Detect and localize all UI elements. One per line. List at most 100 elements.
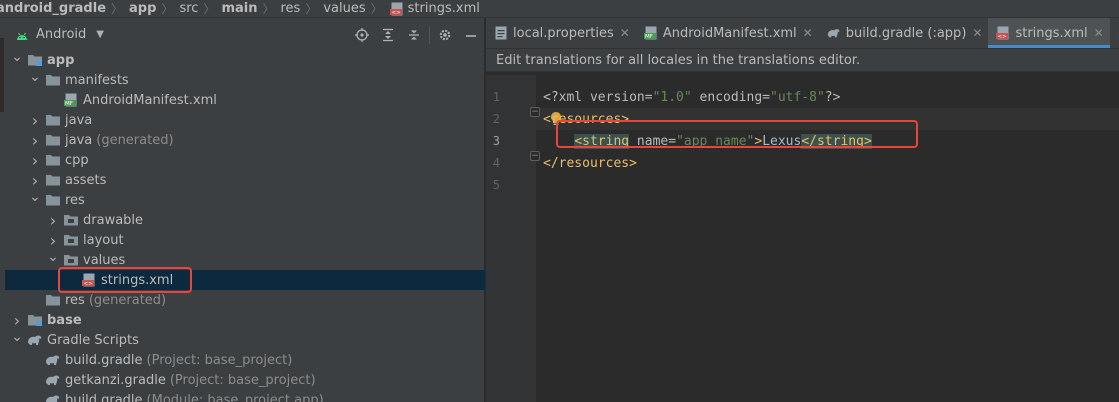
tree-item[interactable]: › cpp [5, 150, 485, 170]
tree-item-detail: (Module: base_project.app) [146, 392, 324, 402]
editor-tab[interactable]: MF AndroidManifest.xml ✕ [636, 18, 819, 48]
code-token: <?xml version= [543, 89, 653, 105]
expand-all-icon[interactable] [375, 18, 401, 51]
tree-item[interactable]: ⌄ app [5, 47, 485, 70]
translations-notice[interactable]: Edit translations for all locales in the… [486, 49, 1119, 72]
line-number: 2 [492, 112, 500, 126]
project-panel: Android ▼ ⌄ app ⌄ manifests MF AndroidManifes… [5, 18, 485, 402]
editor-tab[interactable]: <> strings.xml ✕ [988, 18, 1110, 48]
tree-item[interactable]: › java (generated) [5, 130, 485, 150]
breadcrumb-item[interactable]: android_gradle [0, 1, 106, 16]
tree-item[interactable]: ⌄ manifests [5, 67, 485, 90]
chevron-right-icon[interactable]: › [47, 210, 59, 230]
xml-icon: <> [996, 26, 1010, 40]
tree-item[interactable]: MF AndroidManifest.xml [5, 90, 485, 110]
breadcrumb-item[interactable]: app [129, 1, 156, 16]
fold-open-icon[interactable]: − [530, 107, 540, 117]
chevron-right-icon[interactable]: › [29, 150, 41, 170]
tree-item[interactable]: › base [5, 310, 485, 330]
close-icon[interactable]: ✕ [1094, 26, 1104, 40]
tree-item-label: build.gradle [65, 352, 143, 368]
tree-item-detail: (Project: base_project) [146, 352, 293, 368]
breadcrumb-item[interactable]: values [323, 1, 365, 16]
line-number: 5 [492, 178, 500, 192]
editor-tab-label: strings.xml [1015, 25, 1088, 41]
chevron-right-icon: 〉 [111, 2, 124, 16]
tree-item[interactable]: getkanzi.gradle (Project: base_project) [5, 370, 485, 390]
chevron-right-icon[interactable]: › [29, 130, 41, 150]
breadcrumb-item[interactable]: main [221, 1, 257, 16]
tree-item[interactable]: ⌄ res [5, 187, 485, 210]
close-icon[interactable]: ✕ [972, 26, 982, 40]
tree-item[interactable]: build.gradle (Module: base_project.app) [5, 390, 485, 402]
breadcrumb-label: src [179, 1, 199, 16]
crosshair-icon[interactable] [349, 18, 375, 51]
tree-item[interactable]: res (generated) [5, 290, 485, 310]
chevron-down-icon[interactable]: ⌄ [29, 67, 41, 87]
resfolder-icon [63, 232, 79, 248]
editor-tab[interactable]: local.properties ✕ [486, 18, 636, 48]
tree-item-label: cpp [65, 152, 89, 168]
tree-item[interactable]: › java [5, 110, 485, 130]
line-number: 1 [492, 90, 500, 104]
close-icon[interactable]: ✕ [803, 26, 813, 40]
code-line: </resources> [543, 152, 637, 174]
module-icon [27, 52, 43, 68]
collapse-all-icon[interactable] [401, 18, 427, 51]
fold-close-icon[interactable]: − [530, 151, 540, 161]
chevron-down-icon[interactable]: ⌄ [11, 47, 23, 67]
code-line: <?xml version= "1.0" encoding= "utf-8" ?> [543, 86, 840, 108]
chevron-right-icon: 〉 [305, 2, 318, 16]
breadcrumb-label: main [221, 1, 258, 16]
xml-file-icon: <> [389, 1, 405, 17]
project-tool-window-marker[interactable] [0, 38, 4, 112]
project-view-selector[interactable]: Android [36, 27, 86, 42]
tree-item[interactable]: ⌄ Gradle Scripts [5, 327, 485, 350]
tree-item-label: build.gradle [65, 392, 143, 402]
breadcrumb-item[interactable]: res [280, 1, 300, 16]
chevron-right-icon: 〉 [370, 2, 383, 16]
tree-item-label: layout [83, 232, 124, 248]
tree-item-detail: (generated) [96, 132, 174, 148]
minimize-icon[interactable] [458, 18, 484, 51]
editor-tab[interactable]: build.gradle (:app) ✕ [819, 18, 989, 48]
breadcrumb-label: android_gradle [0, 1, 107, 16]
code-token: </resources> [543, 155, 637, 171]
chevron-down-icon[interactable]: ▼ [96, 29, 104, 40]
tree-item[interactable]: build.gradle (Project: base_project) [5, 350, 485, 370]
chevron-down-icon[interactable]: ⌄ [11, 327, 23, 347]
manifest-icon: MF [63, 92, 79, 108]
folder-icon [45, 72, 61, 88]
tree-item-label: drawable [83, 212, 144, 228]
resfolder-icon [63, 252, 79, 268]
close-icon[interactable]: ✕ [620, 26, 630, 40]
folder-icon [45, 152, 61, 168]
chevron-right-icon: 〉 [203, 2, 216, 16]
tree-item-label: manifests [65, 72, 129, 88]
editor-tab-label: build.gradle (:app) [845, 25, 967, 41]
tree-item-label: res [65, 292, 85, 308]
project-panel-header: Android ▼ [5, 18, 484, 51]
project-panel-toolbar [349, 18, 484, 51]
gradle-icon [45, 372, 61, 388]
gear-icon[interactable] [432, 18, 458, 51]
gradle-icon [827, 26, 841, 40]
chevron-right-icon[interactable]: › [29, 110, 41, 130]
tree-item[interactable]: › assets [5, 170, 485, 190]
chevron-down-icon[interactable]: ⌄ [29, 187, 41, 207]
svg-text:<>: <> [391, 10, 401, 16]
code-editor[interactable]: 1 2 3 4 5 − − <?xml version= "1.0" encoding= "… [486, 75, 1119, 402]
tree-item-detail: (Project: base_project) [169, 372, 316, 388]
breadcrumb-label: values [323, 1, 366, 16]
editor-tab[interactable]: bui [1110, 18, 1119, 48]
breadcrumb-item[interactable]: src [179, 1, 198, 16]
tree-item[interactable]: › layout [5, 230, 485, 250]
chevron-down-icon[interactable]: ⌄ [47, 247, 59, 267]
breadcrumb-item[interactable]: <> strings.xml [389, 1, 480, 17]
tree-item-label: AndroidManifest.xml [83, 92, 217, 108]
tree-item[interactable]: › drawable [5, 210, 485, 230]
line-gutter: 1 2 3 4 5 [486, 75, 536, 402]
tree-item-detail: (generated) [88, 292, 167, 308]
